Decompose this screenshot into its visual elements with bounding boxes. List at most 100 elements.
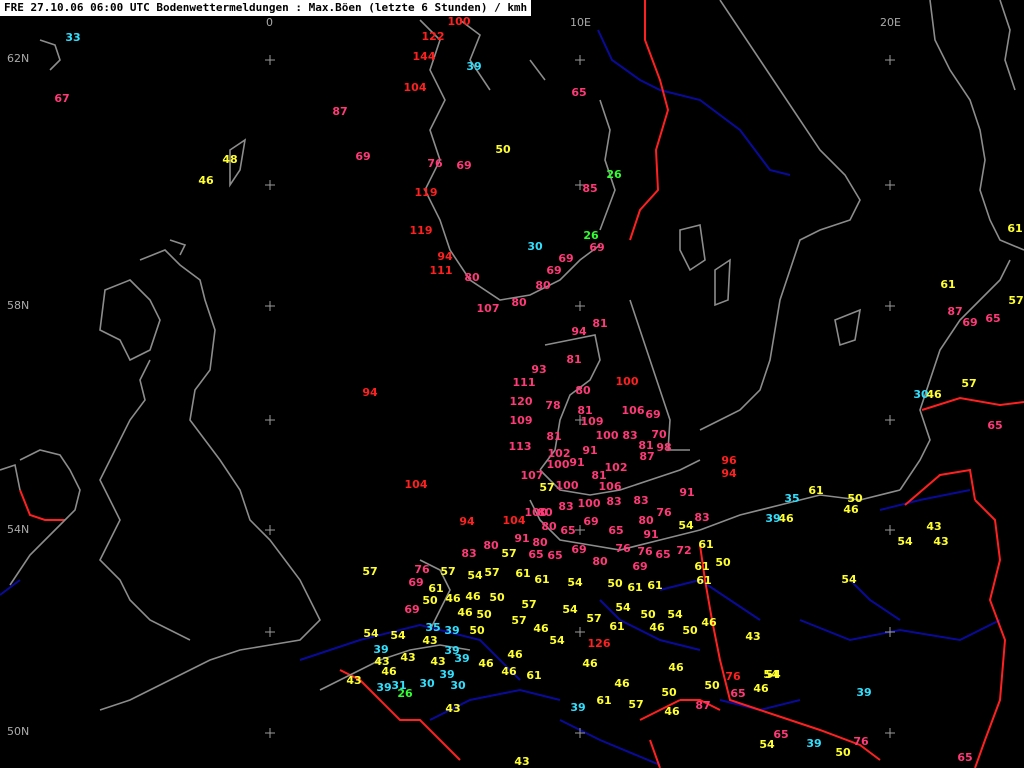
gust-value: 119 [410, 224, 433, 237]
gust-value: 61 [1007, 222, 1022, 235]
gust-value: 80 [541, 520, 557, 533]
gust-value: 46 [465, 590, 481, 603]
gust-value: 50 [704, 679, 720, 692]
gust-value: 46 [753, 682, 769, 695]
gust-value: 85 [582, 182, 597, 195]
gust-value: 87 [332, 105, 347, 118]
lat-label-62n: 62N [7, 52, 29, 65]
gust-value: 87 [695, 699, 710, 712]
gust-value: 61 [694, 560, 709, 573]
gust-value: 50 [495, 143, 511, 156]
gust-value: 48 [222, 153, 237, 166]
gust-value: 81 [546, 430, 561, 443]
gust-value: 102 [605, 461, 628, 474]
gust-value: 76 [427, 157, 443, 170]
gust-value: 46 [649, 621, 665, 634]
gust-value: 46 [478, 657, 494, 670]
lon-label-20e: 20E [880, 16, 901, 29]
gust-value: 33 [65, 31, 80, 44]
gust-value: 100 [547, 458, 570, 471]
gust-value: 61 [534, 573, 549, 586]
gust-value: 119 [415, 186, 438, 199]
weather-map: 0 10E 20E 62N 58N 54N 50N 10012214410411… [0, 0, 1024, 768]
gust-value: 83 [622, 429, 637, 442]
gust-value: 54 [841, 573, 857, 586]
gust-value: 87 [639, 450, 654, 463]
gust-value: 83 [558, 500, 573, 513]
gust-value: 54 [763, 668, 779, 681]
gust-value: 106 [622, 404, 645, 417]
gust-value: 80 [535, 279, 551, 292]
gust-value: 39 [376, 681, 391, 694]
gust-value: 50 [715, 556, 731, 569]
gust-value: 100 [448, 15, 471, 28]
gust-value: 93 [531, 363, 546, 376]
gust-value: 65 [987, 419, 1002, 432]
gust-value: 100 [596, 429, 619, 442]
gust-value: 96 [721, 454, 737, 467]
gust-value: 109 [510, 414, 533, 427]
gust-value: 43 [430, 655, 445, 668]
gust-value: 50 [661, 686, 677, 699]
gust-value: 91 [514, 532, 529, 545]
gust-value: 83 [694, 511, 709, 524]
gust-value: 54 [562, 603, 578, 616]
gust-value: 57 [521, 598, 536, 611]
map-title: FRE 27.10.06 06:00 UTC Bodenwettermeldun… [0, 0, 532, 16]
gust-value: 81 [592, 317, 607, 330]
gust-value: 46 [668, 661, 684, 674]
gust-value: 46 [843, 503, 859, 516]
gust-value: 61 [515, 567, 530, 580]
gust-value: 54 [667, 608, 683, 621]
gust-value: 46 [501, 665, 517, 678]
gust-value: 83 [633, 494, 648, 507]
gust-value: 80 [638, 514, 654, 527]
gust-value: 30 [419, 677, 435, 690]
gust-value: 57 [501, 547, 516, 560]
gust-value: 111 [430, 264, 453, 277]
gust-value: 72 [676, 544, 691, 557]
gust-value: 100 [578, 497, 601, 510]
gust-value: 69 [355, 150, 370, 163]
gust-value: 80 [483, 539, 499, 552]
gust-value: 43 [422, 634, 437, 647]
gust-value: 76 [637, 545, 653, 558]
gust-value: 87 [947, 305, 962, 318]
gust-value: 46 [507, 648, 523, 661]
gust-value: 104 [405, 478, 428, 491]
lon-label-0: 0 [266, 16, 273, 29]
gust-value: 50 [469, 624, 485, 637]
gust-value: 43 [400, 651, 415, 664]
gust-value: 61 [596, 694, 611, 707]
gust-value: 61 [526, 669, 541, 682]
gust-value: 26 [397, 687, 413, 700]
gust-value: 91 [643, 528, 658, 541]
gust-value: 94 [362, 386, 378, 399]
gust-value: 69 [583, 515, 598, 528]
gust-value: 69 [589, 241, 604, 254]
gust-value: 57 [1008, 294, 1023, 307]
gust-value: 80 [575, 384, 591, 397]
observations: 1001221441041191191111073367398769484676… [0, 0, 1024, 768]
gust-value: 65 [528, 548, 543, 561]
gust-value: 76 [414, 563, 430, 576]
gust-value: 107 [477, 302, 500, 315]
gust-value: 57 [511, 614, 526, 627]
gust-value: 57 [440, 565, 455, 578]
gust-value: 91 [679, 486, 694, 499]
gust-value: 50 [835, 746, 851, 759]
gust-value: 94 [459, 515, 475, 528]
gust-value: 80 [511, 296, 527, 309]
gust-value: 61 [627, 581, 642, 594]
gust-value: 46 [445, 592, 461, 605]
gust-value: 57 [586, 612, 601, 625]
gust-value: 69 [456, 159, 471, 172]
gust-value: 144 [413, 50, 436, 63]
gust-value: 65 [985, 312, 1000, 325]
gust-value: 65 [560, 524, 575, 537]
gust-value: 94 [721, 467, 737, 480]
gust-value: 100 [556, 479, 579, 492]
gust-value: 50 [682, 624, 698, 637]
gust-value: 39 [570, 701, 585, 714]
gust-value: 39 [765, 512, 780, 525]
